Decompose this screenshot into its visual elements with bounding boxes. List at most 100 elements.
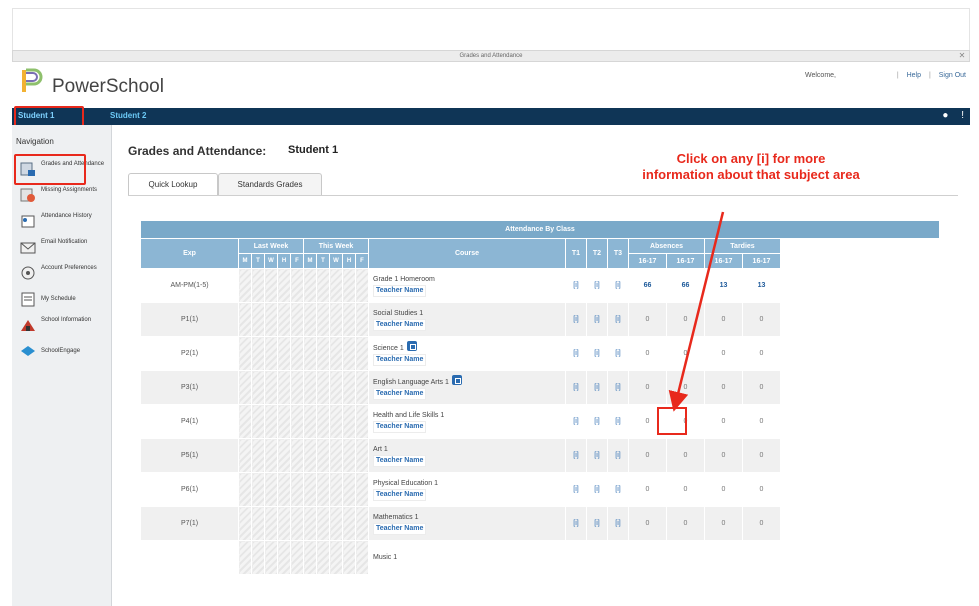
student-tab-2[interactable]: Student 2 <box>110 111 146 120</box>
teacher-name-link[interactable]: Teacher Name <box>373 284 427 297</box>
term-2-info-link[interactable]: [i] <box>586 336 608 371</box>
close-icon[interactable]: ✕ <box>957 51 967 61</box>
cell-absences <box>628 540 667 575</box>
class-page-icon[interactable] <box>451 375 462 385</box>
day-h: H <box>277 253 291 269</box>
cell-day <box>290 268 304 303</box>
sidebar-item-missing[interactable]: Missing Assignments <box>16 185 110 207</box>
cell-day <box>316 438 330 473</box>
day-w: W <box>264 253 278 269</box>
cell-course: Art 1 Teacher Name <box>368 438 566 473</box>
term-3-info-link[interactable]: [i] <box>607 336 629 371</box>
cell-absences <box>666 540 705 575</box>
info-icon[interactable]: ! <box>961 110 964 121</box>
page-title: Grades and Attendance: <box>128 144 267 158</box>
term-1-info-link[interactable]: [i] <box>565 268 587 303</box>
term-2-info-link[interactable]: [i] <box>586 438 608 473</box>
cell-tardies: 0 <box>742 506 781 541</box>
print-icon[interactable]: ● <box>942 110 948 121</box>
teacher-name-link[interactable]: Teacher Name <box>373 420 427 433</box>
cell-absences[interactable]: 66 <box>666 268 705 303</box>
teacher-name-link[interactable]: Teacher Name <box>373 454 427 467</box>
cell-day <box>290 370 304 405</box>
term-2-info-link[interactable]: [i] <box>586 404 608 439</box>
term-2-info-link[interactable]: [i] <box>586 370 608 405</box>
cell-day <box>355 336 369 371</box>
teacher-name-link[interactable]: Teacher Name <box>373 354 427 366</box>
term-1-info-link[interactable]: [i] <box>565 336 587 371</box>
sidebar-item-schedule[interactable]: My Schedule <box>16 289 110 311</box>
term-1-info-link[interactable]: [i] <box>565 404 587 439</box>
term-1-info-link[interactable]: [i] <box>565 472 587 507</box>
cell-day <box>342 540 356 575</box>
course-name: Health and Life Skills 1 <box>373 411 565 421</box>
table-row: P3(1) English Language Arts 1 Teacher Name… <box>140 370 940 405</box>
term-3-info-link[interactable]: [i] <box>607 268 629 303</box>
teacher-name-link[interactable]: Teacher Name <box>373 318 427 331</box>
teacher-name-link[interactable]: Teacher Name <box>373 488 427 501</box>
student-1-highlight-box <box>14 106 84 127</box>
sidebar-item-email[interactable]: Email Notification <box>16 237 110 259</box>
cell-absences: 0 <box>628 302 667 337</box>
help-link[interactable]: Help <box>907 72 921 79</box>
cell-day <box>277 404 291 439</box>
cell-course: English Language Arts 1 Teacher Name <box>368 370 566 405</box>
cell-day <box>277 438 291 473</box>
term-3-info-link[interactable]: [i] <box>607 506 629 541</box>
attendance-table: Attendance By Class Exp Last Week This W… <box>140 220 940 575</box>
teacher-name-link[interactable]: Teacher Name <box>373 388 427 400</box>
term-1-info-link[interactable]: [i] <box>565 506 587 541</box>
term-3-info-link[interactable]: [i] <box>607 370 629 405</box>
term-1-info-link[interactable]: [i] <box>565 302 587 337</box>
table-row: P2(1) Science 1 Teacher Name [i] [i] [i] 0 0 0 0 <box>140 336 940 371</box>
class-page-icon[interactable] <box>406 341 417 351</box>
col-this-week: This Week <box>303 238 369 254</box>
cell-tardies <box>742 540 781 575</box>
cell-tardies: 0 <box>742 370 781 405</box>
term-3-info-link[interactable]: [i] <box>607 438 629 473</box>
term-3-info-link[interactable]: [i] <box>607 472 629 507</box>
course-name: Mathematics 1 <box>373 513 565 523</box>
term-2-info-link[interactable] <box>586 540 608 575</box>
term-2-info-link[interactable]: [i] <box>586 268 608 303</box>
tab-quick-lookup[interactable]: Quick Lookup <box>128 173 218 195</box>
sidebar-item-school[interactable]: School Information <box>16 315 110 337</box>
cell-day <box>264 370 278 405</box>
cell-day <box>342 404 356 439</box>
cell-tardies[interactable]: 13 <box>704 268 743 303</box>
cell-tardies: 0 <box>742 438 781 473</box>
term-2-info-link[interactable]: [i] <box>586 506 608 541</box>
term-1-info-link[interactable]: [i] <box>565 370 587 405</box>
cell-day <box>355 472 369 507</box>
sign-out-link[interactable]: Sign Out <box>939 72 966 79</box>
term-2-info-link[interactable]: [i] <box>586 472 608 507</box>
tab-divider <box>128 195 958 196</box>
day-m: M <box>238 253 252 269</box>
cell-tardies: 0 <box>704 336 743 371</box>
term-1-info-link[interactable]: [i] <box>565 438 587 473</box>
welcome-text: Welcome, <box>805 72 836 79</box>
sidebar-item-attendance[interactable]: Attendance History <box>16 211 110 233</box>
cell-day <box>303 268 317 303</box>
cell-day <box>290 472 304 507</box>
course-name: Music 1 <box>373 553 565 563</box>
term-2-info-link[interactable]: [i] <box>586 302 608 337</box>
cell-tardies[interactable]: 13 <box>742 268 781 303</box>
cell-tardies: 0 <box>704 506 743 541</box>
tab-standards-grades[interactable]: Standards Grades <box>218 173 322 195</box>
cell-day <box>303 506 317 541</box>
cell-day <box>303 540 317 575</box>
cell-day <box>355 438 369 473</box>
cell-absences[interactable]: 66 <box>628 268 667 303</box>
sidebar-item-account[interactable]: Account Preferences <box>16 263 110 285</box>
cell-day <box>264 302 278 337</box>
sidebar-item-schoolengage[interactable]: SchoolEngage <box>16 341 110 363</box>
term-3-info-link[interactable]: [i] <box>607 404 629 439</box>
term-3-info-link[interactable]: [i] <box>607 302 629 337</box>
teacher-name-row: Teacher Name <box>373 318 565 331</box>
cell-tardies: 0 <box>704 302 743 337</box>
teacher-name-link[interactable]: Teacher Name <box>373 522 427 535</box>
cell-day <box>355 268 369 303</box>
term-3-info-link[interactable] <box>607 540 629 575</box>
term-1-info-link[interactable] <box>565 540 587 575</box>
